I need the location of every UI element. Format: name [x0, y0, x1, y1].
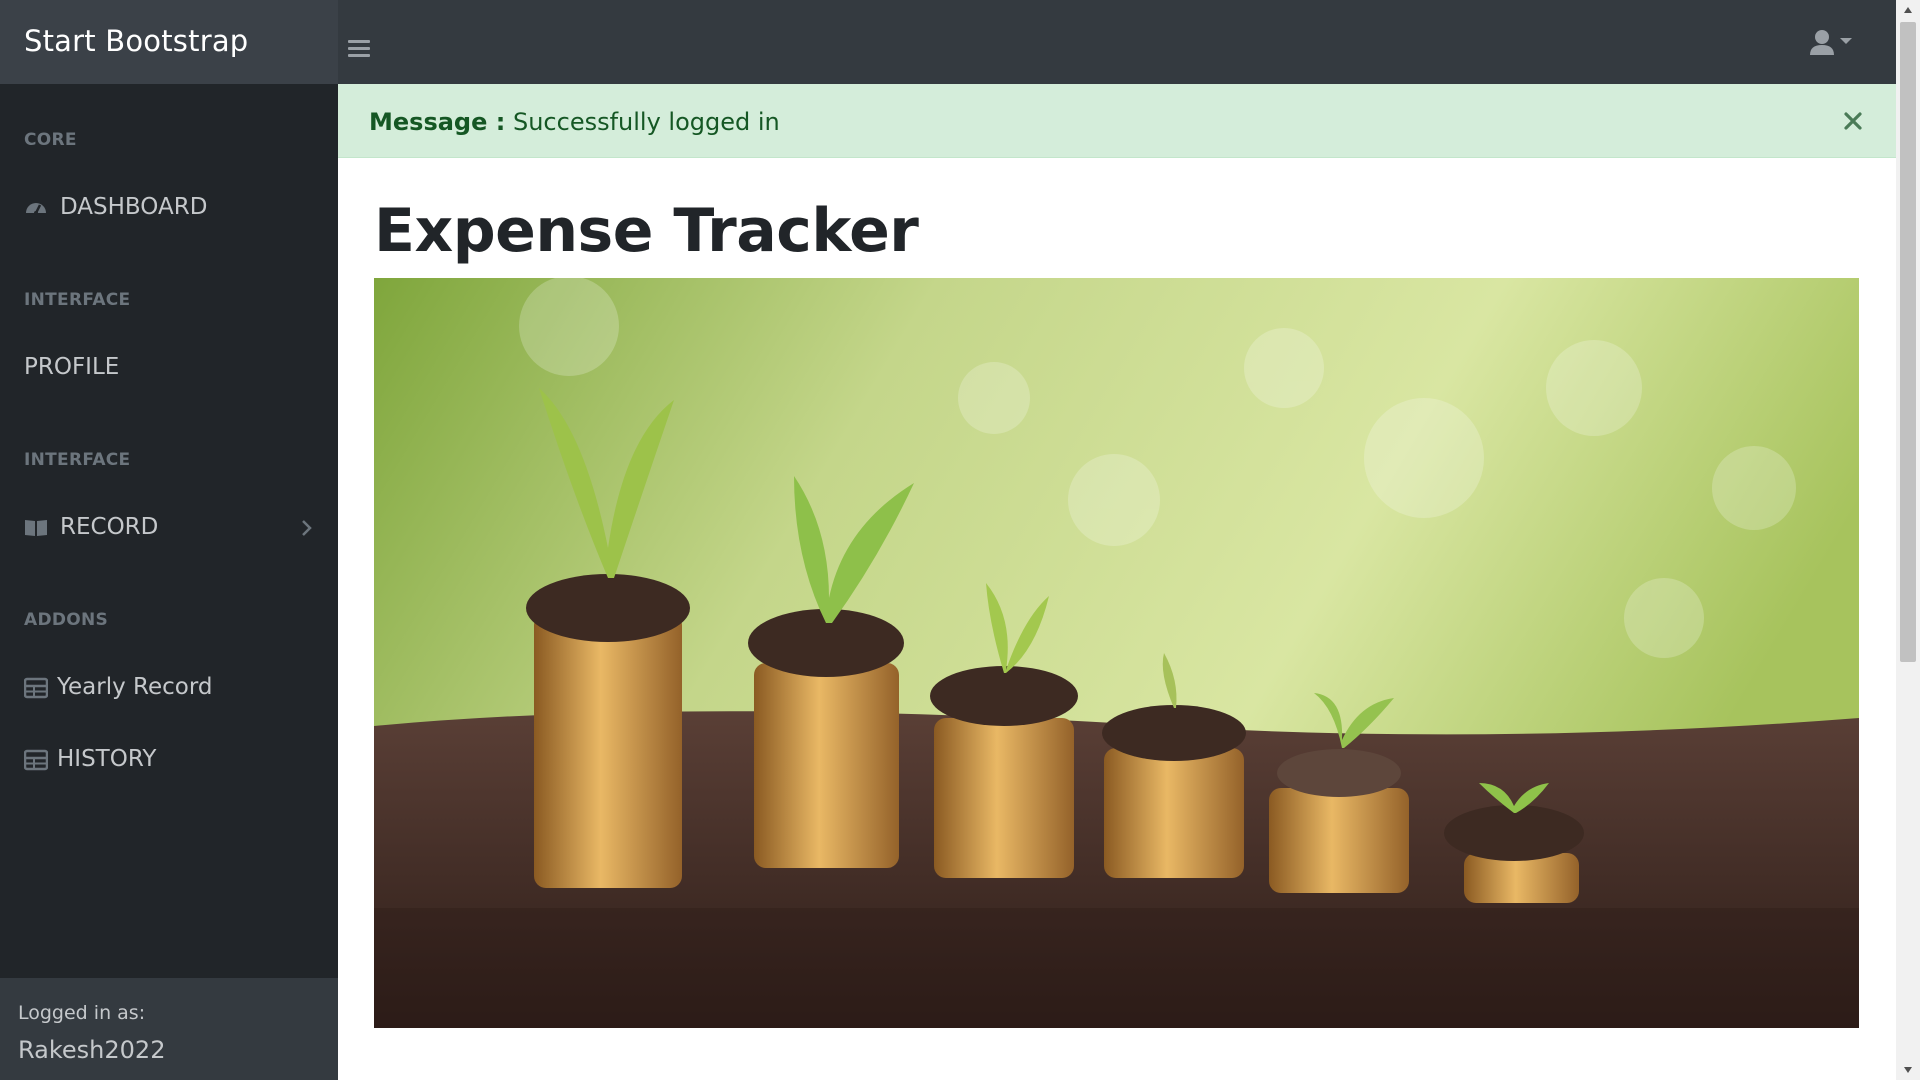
alert-label: Message :	[369, 108, 506, 136]
book-icon	[25, 520, 47, 536]
sidebar-item-label: DASHBOARD	[60, 194, 208, 220]
brand-area: Start Bootstrap	[0, 0, 338, 84]
scroll-up-arrow-icon[interactable]	[1902, 4, 1914, 16]
sidebar-item-profile[interactable]: PROFILE	[0, 340, 338, 396]
close-icon[interactable]	[1838, 106, 1868, 136]
sidebar-item-history[interactable]: HISTORY	[0, 732, 338, 788]
sidebar-item-dashboard[interactable]: DASHBOARD	[0, 180, 338, 236]
success-alert: Message : Successfully logged in	[338, 84, 1896, 158]
sidebar-item-label: Yearly Record	[57, 674, 213, 700]
logged-in-username: Rakesh2022	[18, 1036, 166, 1064]
table-icon	[24, 749, 48, 771]
page-title: Expense Tracker	[374, 196, 919, 266]
sidebar-heading-core: CORE	[24, 130, 77, 150]
sidebar: CORE DASHBOARD INTERFACE PROFILE INTERFA…	[0, 84, 338, 1080]
sidebar-heading-interface: INTERFACE	[24, 290, 131, 310]
sidebar-footer: Logged in as: Rakesh2022	[0, 978, 338, 1080]
top-navbar: Start Bootstrap	[0, 0, 1896, 84]
alert-message: Message : Successfully logged in	[369, 108, 780, 136]
alert-text: Successfully logged in	[512, 108, 780, 136]
scroll-down-arrow-icon[interactable]	[1902, 1064, 1914, 1076]
sidebar-item-label: PROFILE	[24, 354, 120, 380]
chevron-right-icon	[302, 520, 312, 536]
coins-plants-soil-image	[374, 278, 1859, 1028]
user-icon	[1810, 30, 1852, 55]
sidebar-item-label: RECORD	[60, 514, 159, 540]
page-scrollbar[interactable]	[1896, 0, 1920, 1080]
brand-link[interactable]: Start Bootstrap	[24, 24, 248, 58]
table-icon	[24, 677, 48, 699]
hero-illustration	[374, 278, 1859, 1028]
scroll-thumb[interactable]	[1900, 22, 1916, 662]
logged-in-label: Logged in as:	[18, 1002, 146, 1024]
sidebar-item-yearly-record[interactable]: Yearly Record	[0, 660, 338, 716]
caret-down-icon	[1840, 38, 1852, 44]
sidebar-item-label: HISTORY	[57, 746, 157, 772]
tachometer-icon	[26, 203, 46, 215]
user-dropdown-button[interactable]	[1808, 28, 1860, 58]
sidebar-heading-addons: ADDONS	[24, 610, 109, 630]
sidebar-heading-interface-2: INTERFACE	[24, 450, 131, 470]
sidebar-toggle-button[interactable]	[348, 40, 370, 62]
hamburger-icon	[348, 40, 370, 43]
sidebar-item-record[interactable]: RECORD	[0, 500, 338, 556]
